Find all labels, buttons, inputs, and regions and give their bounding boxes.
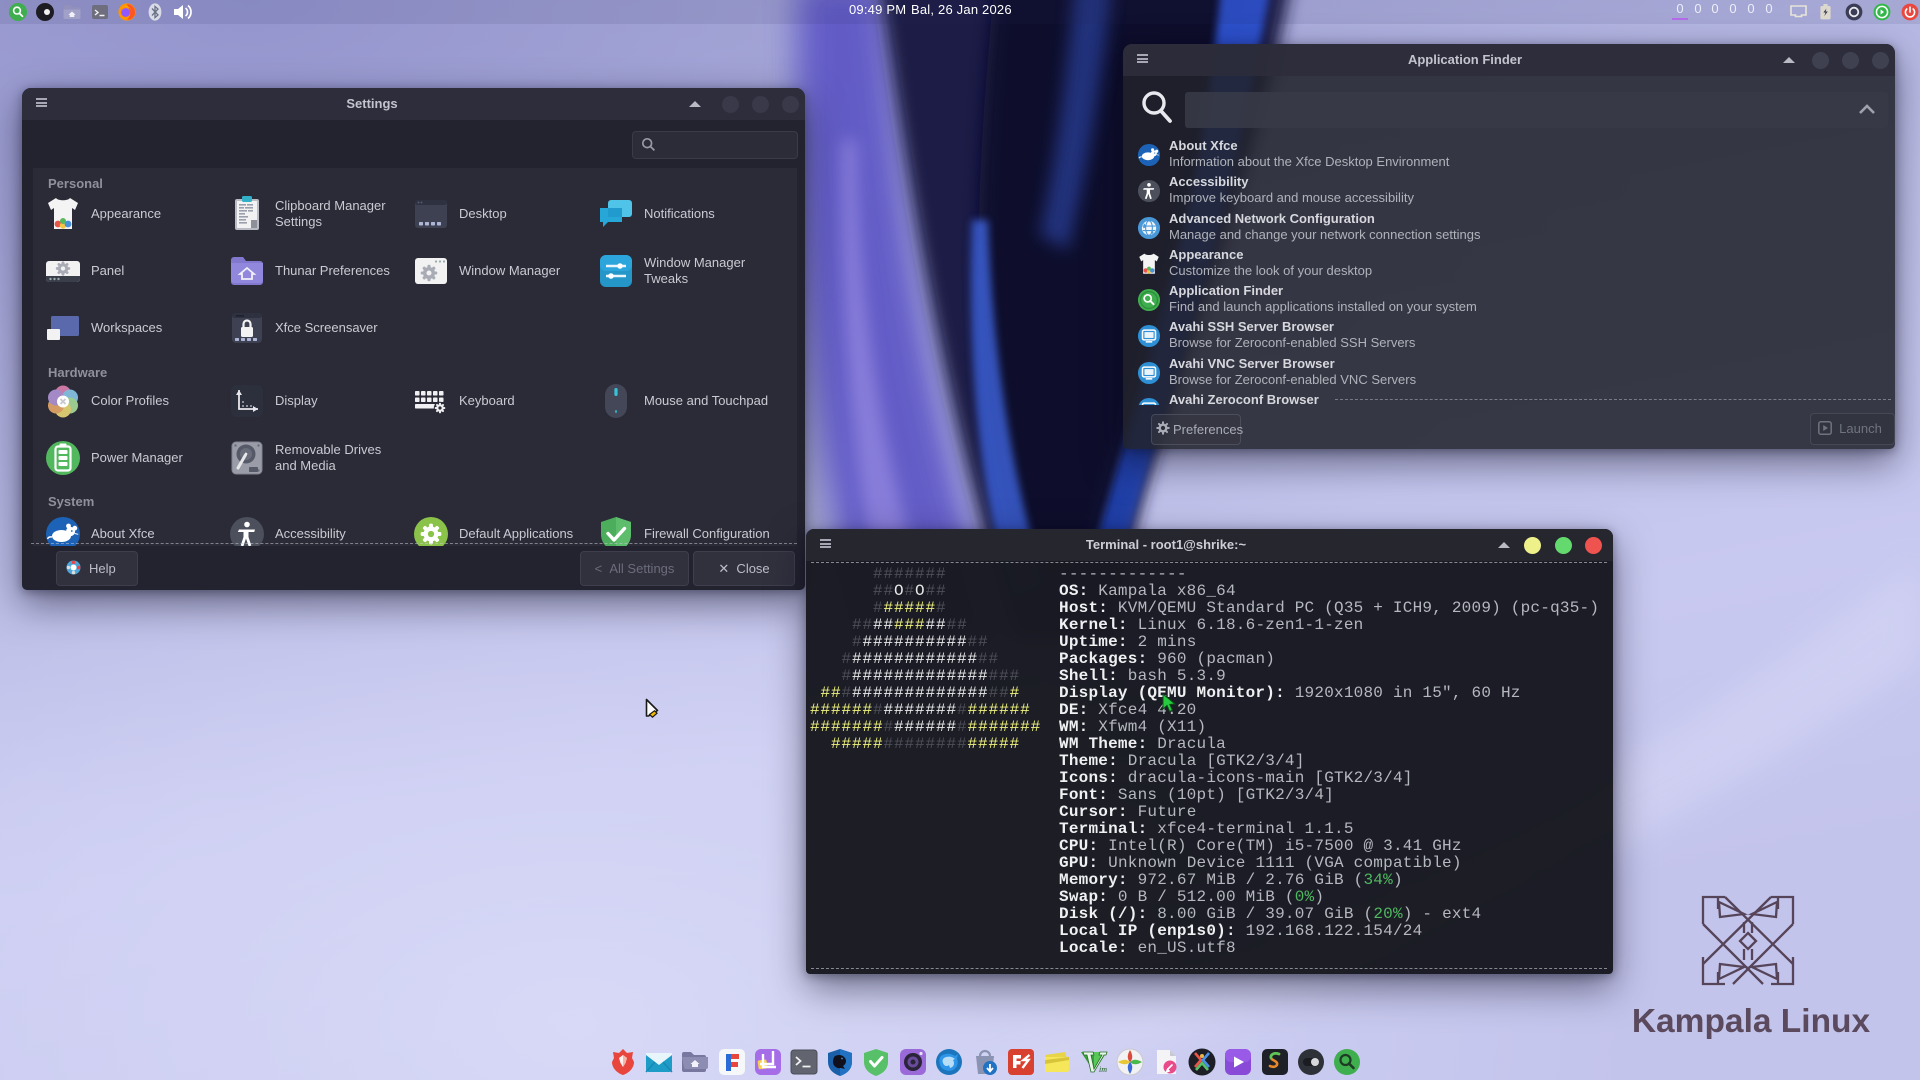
svg-text:im: im	[1099, 1065, 1107, 1074]
svg-text:Kampala Linux: Kampala Linux	[1632, 1003, 1871, 1040]
